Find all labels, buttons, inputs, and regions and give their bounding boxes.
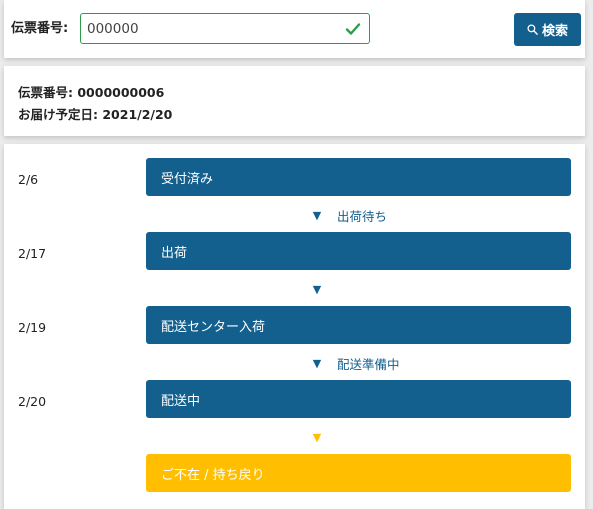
status-label: 配送中 [161,393,201,409]
down-arrow-icon: ▼ [312,356,322,370]
step-date: 2/6 [18,172,39,187]
step-date: 2/20 [18,394,47,409]
status-step-absent-returned: ご不在 / 持ち戻り [146,454,571,492]
status-label: 出荷 [161,245,188,261]
down-arrow-icon: ▼ [312,282,322,296]
status-step-in-delivery: 配送中 [146,380,571,418]
slip-number-display: 伝票番号: 0000000006 [18,85,165,100]
slip-number-label: 伝票番号: [11,21,69,36]
slip-number-field[interactable] [80,13,370,44]
connector-status-text: 出荷待ち [337,208,388,224]
delivery-date-display: お届け予定日: 2021/2/20 [18,107,173,122]
shipment-info-panel: 伝票番号: 0000000006 お届け予定日: 2021/2/20 [4,66,585,136]
status-step-shipped: 出荷 [146,232,571,270]
timeline-connector: ▼ 配送準備中 [310,354,400,372]
step-date: 2/19 [18,320,47,335]
status-step-received: 受付済み [146,158,571,196]
timeline-connector: ▼ 出荷待ち [310,206,387,224]
timeline-connector: ▼ [310,280,324,298]
status-step-center-arrival: 配送センター入荷 [146,306,571,344]
status-label: 受付済み [161,171,214,187]
status-label: 配送センター入荷 [161,319,266,335]
search-button[interactable]: 検索 [514,13,581,46]
slip-number-input[interactable] [87,20,337,38]
search-panel: 伝票番号: 検索 [4,0,585,58]
status-label: ご不在 / 持ち戻り [161,467,265,483]
timeline-connector: ▼ [310,428,324,446]
search-icon [527,24,538,35]
down-arrow-icon: ▼ [312,208,322,222]
search-button-label: 検索 [541,24,568,39]
step-date: 2/17 [18,246,47,261]
down-arrow-icon: ▼ [312,430,322,444]
connector-status-text: 配送準備中 [337,356,400,372]
check-icon [345,23,361,35]
tracking-timeline: 2/6 受付済み ▼ 出荷待ち 2/17 出荷 ▼ 2/19 配送センター入荷 … [4,144,585,509]
